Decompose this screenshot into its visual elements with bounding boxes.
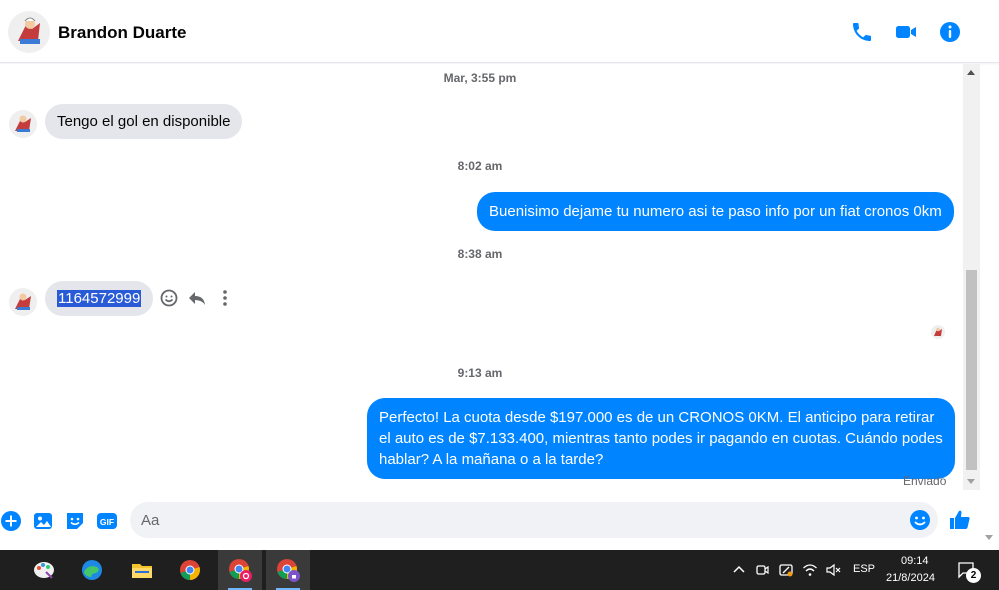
battery-saver-icon[interactable]: [778, 562, 794, 578]
svg-text:GIF: GIF: [100, 517, 114, 527]
incoming-message[interactable]: Tengo el gol en disponible: [45, 104, 243, 139]
edge-app[interactable]: [70, 550, 114, 590]
outgoing-message[interactable]: Perfecto! La cuota desde $197.000 es de …: [367, 398, 955, 479]
meet-now-icon[interactable]: [754, 562, 770, 578]
notification-count-badge: 2: [966, 568, 981, 583]
photo-icon[interactable]: [32, 510, 54, 532]
seen-indicator-avatar: [931, 325, 945, 339]
emoji-icon[interactable]: [909, 509, 931, 531]
show-hidden-icons-chevron-icon[interactable]: [731, 562, 747, 578]
message-input[interactable]: [141, 502, 901, 538]
page-scroll-down-arrow[interactable]: [985, 535, 993, 540]
contact-name[interactable]: Brandon Duarte: [58, 23, 186, 43]
like-icon[interactable]: [948, 508, 972, 532]
reply-icon[interactable]: [187, 288, 207, 308]
outgoing-message[interactable]: Buenisimo dejame tu numero asi te paso i…: [477, 192, 954, 231]
selected-phone-number[interactable]: 1164572999: [57, 290, 142, 307]
input-language[interactable]: ESP: [853, 563, 875, 575]
contact-avatar[interactable]: [8, 11, 50, 53]
volume-muted-icon[interactable]: [825, 562, 841, 578]
timestamp: 8:38 am: [457, 247, 503, 261]
phone-icon[interactable]: [850, 20, 874, 44]
message-list: Mar, 3:55 pm Tengo el gol en disponible …: [0, 64, 963, 489]
file-explorer-app[interactable]: [120, 550, 164, 590]
clock-time[interactable]: 09:14: [901, 555, 929, 567]
scroll-thumb[interactable]: [966, 270, 977, 470]
scroll-down-arrow[interactable]: [967, 479, 975, 484]
timestamp: 8:02 am: [457, 159, 503, 173]
timestamp: Mar, 3:55 pm: [443, 71, 517, 85]
edge-icon: [82, 560, 102, 580]
paint-icon: [34, 562, 54, 579]
scroll-up-arrow[interactable]: [967, 70, 975, 75]
timestamp: 9:13 am: [457, 366, 503, 380]
wifi-icon[interactable]: [802, 562, 818, 578]
chrome-profile-2-icon: [277, 559, 300, 582]
chrome-icon: [180, 560, 200, 580]
chrome-app[interactable]: [168, 550, 212, 590]
message-composer: GIF: [0, 490, 999, 550]
chrome-profile-icon: [229, 559, 252, 582]
folder-icon: [132, 564, 152, 578]
contact-avatar-small[interactable]: [9, 110, 37, 138]
incoming-message[interactable]: 1164572999: [45, 281, 154, 316]
chat-header: Brandon Duarte: [0, 0, 999, 63]
chrome-profile-2-app[interactable]: [266, 550, 310, 590]
gif-icon[interactable]: GIF: [96, 510, 118, 532]
message-status: Enviado: [903, 474, 947, 488]
paint-app[interactable]: [22, 550, 66, 590]
message-input-wrapper[interactable]: [130, 502, 938, 538]
clock-date[interactable]: 21/8/2024: [886, 572, 935, 584]
info-icon[interactable]: [938, 20, 962, 44]
emoji-react-icon[interactable]: [159, 288, 179, 308]
chrome-profile-app[interactable]: [218, 550, 262, 590]
sticker-icon[interactable]: [64, 510, 86, 532]
add-icon[interactable]: [0, 510, 22, 532]
video-camera-icon[interactable]: [894, 20, 918, 44]
chat-scrollbar[interactable]: [963, 64, 980, 490]
windows-taskbar: ESP 09:14 21/8/2024 2: [0, 550, 999, 590]
more-options-icon[interactable]: [215, 288, 235, 308]
contact-avatar-small[interactable]: [9, 288, 37, 316]
